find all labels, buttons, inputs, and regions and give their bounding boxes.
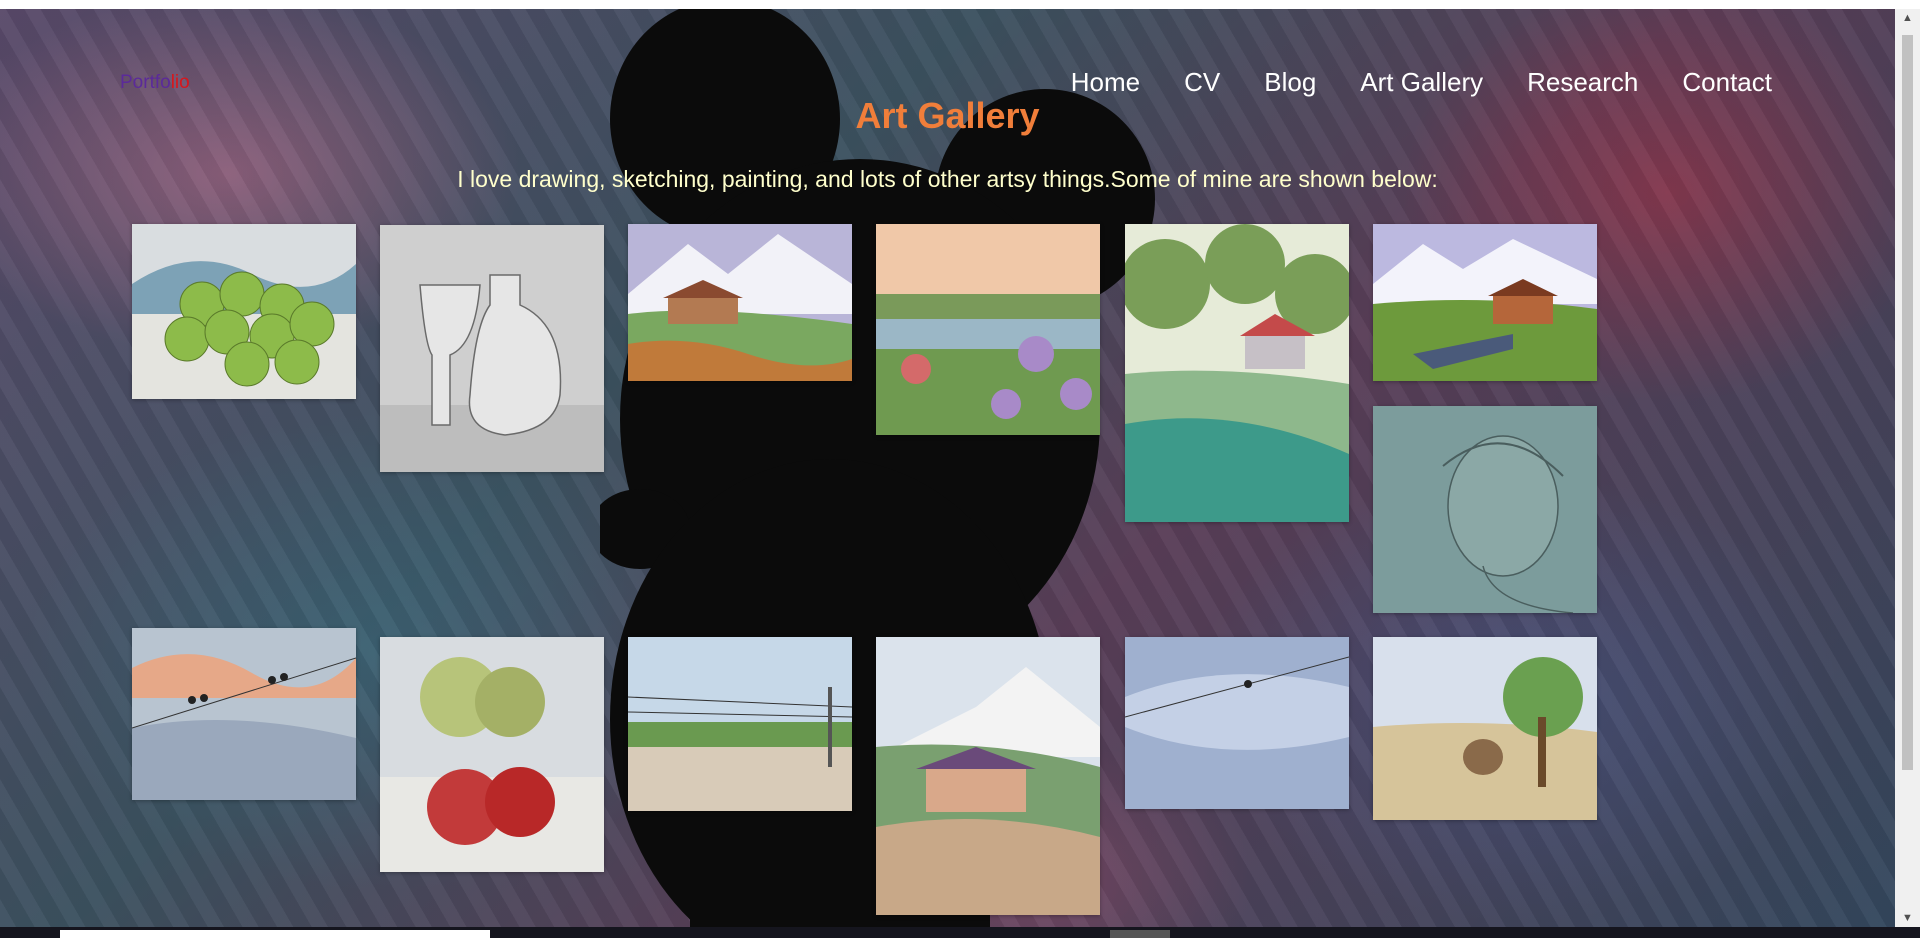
taskbar-segment bbox=[1110, 930, 1170, 938]
gallery-image[interactable] bbox=[380, 637, 604, 872]
nav-cv[interactable]: CV bbox=[1184, 67, 1220, 98]
scrollbar-thumb[interactable] bbox=[1902, 35, 1913, 770]
bird-cloudy-image bbox=[1125, 637, 1349, 809]
gallery-image[interactable] bbox=[876, 224, 1100, 435]
gallery-intro: I love drawing, sketching, painting, and… bbox=[457, 166, 1438, 192]
brand-logo[interactable]: Portfolio bbox=[120, 72, 190, 94]
brand-logo-part1: Portfo bbox=[120, 72, 171, 93]
birds-wires-landscape-image bbox=[628, 637, 852, 811]
nav-contact[interactable]: Contact bbox=[1682, 67, 1772, 98]
gallery-image[interactable] bbox=[380, 225, 604, 472]
gallery-image[interactable] bbox=[628, 637, 852, 811]
house-in-trees-image bbox=[1125, 224, 1349, 522]
nav-blog[interactable]: Blog bbox=[1264, 67, 1316, 98]
apples-table-image bbox=[380, 637, 604, 872]
nav-home[interactable]: Home bbox=[1071, 67, 1140, 98]
mountain-village-image bbox=[628, 224, 852, 381]
portrait-sketch-image bbox=[1373, 406, 1597, 613]
himalayan-house-image bbox=[1373, 224, 1597, 381]
tree-horse-image bbox=[1373, 637, 1597, 820]
main-nav: Home CV Blog Art Gallery Research Contac… bbox=[1071, 67, 1772, 98]
brand-logo-part2: lio bbox=[170, 72, 190, 93]
nav-art-gallery[interactable]: Art Gallery bbox=[1360, 67, 1483, 98]
flowers-lake-image bbox=[876, 224, 1100, 435]
gallery-image[interactable] bbox=[1373, 406, 1597, 613]
gallery-image[interactable] bbox=[1125, 224, 1349, 522]
gallery-image[interactable] bbox=[628, 224, 852, 381]
vase-sketch-image bbox=[380, 225, 604, 472]
green-apples-image bbox=[132, 224, 356, 399]
gallery-image[interactable] bbox=[1373, 637, 1597, 820]
gallery-image[interactable] bbox=[1373, 224, 1597, 381]
gallery-image[interactable] bbox=[132, 224, 356, 399]
scroll-down-arrow-icon[interactable]: ▼ bbox=[1895, 912, 1920, 924]
scroll-up-arrow-icon[interactable]: ▲ bbox=[1895, 12, 1920, 24]
taskbar-strip bbox=[0, 927, 1920, 938]
nav-research[interactable]: Research bbox=[1527, 67, 1638, 98]
hillside-house-image bbox=[876, 637, 1100, 915]
gallery-image[interactable] bbox=[132, 628, 356, 800]
birds-sunset-image bbox=[132, 628, 356, 800]
vertical-scrollbar[interactable]: ▲ ▼ bbox=[1895, 9, 1920, 927]
page-title: Art Gallery bbox=[855, 95, 1040, 136]
gallery-image[interactable] bbox=[1125, 637, 1349, 809]
page-background: Portfolio Home CV Blog Art Gallery Resea… bbox=[0, 9, 1895, 927]
taskbar-segment bbox=[60, 930, 490, 938]
gallery-image[interactable] bbox=[876, 637, 1100, 915]
